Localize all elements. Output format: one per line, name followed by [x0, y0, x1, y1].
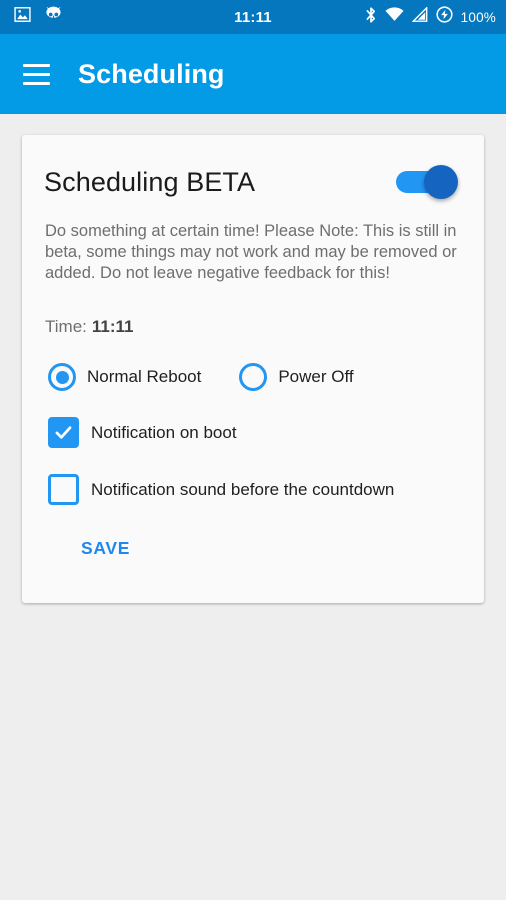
checkbox-row-notification-sound[interactable]: Notification sound before the countdown — [43, 474, 463, 505]
action-radio-group: Normal Reboot Power Off — [43, 363, 463, 391]
time-row[interactable]: Time: 11:11 — [43, 317, 463, 337]
bluetooth-icon — [365, 6, 377, 29]
hamburger-bar-1 — [23, 63, 50, 67]
status-bar: 11:11 100% — [0, 0, 506, 34]
radio-dot — [55, 370, 69, 384]
app-bar: Scheduling — [0, 34, 506, 114]
card-header: Scheduling BETA — [43, 159, 463, 199]
checkbox-icon-checked — [48, 417, 79, 448]
checkbox-label-notification-sound: Notification sound before the countdown — [91, 479, 395, 499]
radio-option-power-off[interactable]: Power Off — [239, 363, 354, 391]
radio-option-normal-reboot[interactable]: Normal Reboot — [48, 363, 201, 391]
radio-icon-unselected — [239, 363, 268, 391]
time-label: Time: — [45, 317, 87, 336]
hamburger-bar-2 — [23, 72, 50, 76]
scheduling-toggle-switch[interactable] — [396, 165, 458, 199]
hamburger-bar-3 — [23, 81, 50, 85]
wifi-icon — [385, 7, 404, 27]
radio-label-power-off: Power Off — [278, 367, 354, 386]
save-row: SAVE — [43, 538, 463, 559]
battery-percent-label: 100% — [460, 9, 496, 25]
checkbox-row-notification-on-boot[interactable]: Notification on boot — [43, 417, 463, 448]
status-bar-right-icons: 100% — [365, 0, 496, 34]
checkbox-icon-unchecked — [48, 474, 79, 505]
radio-icon-selected — [48, 363, 76, 391]
checkbox-label-notification-on-boot: Notification on boot — [91, 422, 237, 442]
scheduling-card: Scheduling BETA Do something at certain … — [22, 135, 484, 603]
app-bar-title: Scheduling — [78, 58, 225, 89]
radio-label-normal-reboot: Normal Reboot — [87, 367, 202, 386]
time-value[interactable]: 11:11 — [92, 317, 134, 336]
toggle-thumb — [424, 165, 458, 199]
content-area: Scheduling BETA Do something at certain … — [0, 114, 506, 603]
save-button[interactable]: SAVE — [81, 538, 130, 559]
checkmark-icon — [55, 426, 72, 439]
hamburger-menu-icon[interactable] — [23, 63, 50, 85]
battery-charging-icon — [436, 6, 453, 28]
card-title: Scheduling BETA — [44, 166, 256, 197]
cell-signal-icon — [411, 6, 428, 27]
card-description: Do something at certain time! Please Not… — [45, 222, 457, 282]
